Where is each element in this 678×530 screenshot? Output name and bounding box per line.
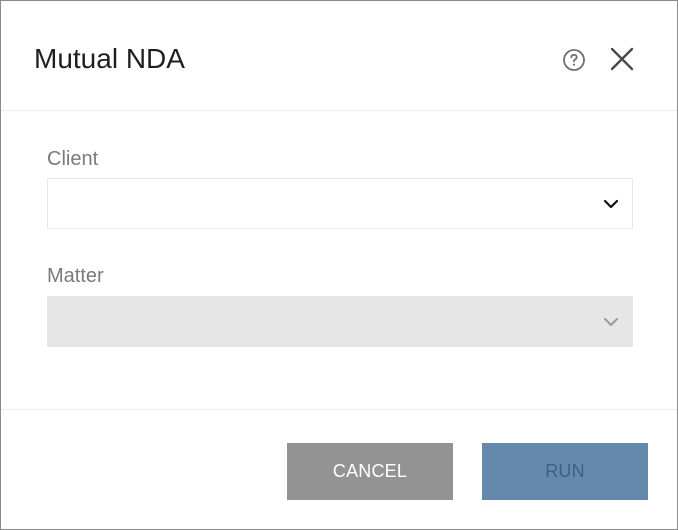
- matter-label: Matter: [47, 265, 104, 287]
- matter-select: [47, 296, 633, 347]
- dialog-title: Mutual NDA: [34, 43, 185, 74]
- mutual-nda-dialog: Mutual NDA Client Matter CANCEL RUN: [0, 0, 678, 530]
- close-button[interactable]: [608, 45, 636, 73]
- chevron-down-icon: [604, 318, 618, 326]
- cancel-button[interactable]: CANCEL: [287, 443, 453, 500]
- dialog-footer: CANCEL RUN: [1, 409, 677, 529]
- help-button[interactable]: [562, 48, 586, 72]
- close-icon: [610, 47, 634, 71]
- dialog-header: Mutual NDA: [1, 1, 677, 111]
- help-circle-icon: [563, 49, 585, 71]
- client-label: Client: [47, 148, 99, 170]
- chevron-down-icon: [603, 199, 619, 209]
- run-button[interactable]: RUN: [482, 443, 648, 500]
- client-select[interactable]: [47, 178, 633, 229]
